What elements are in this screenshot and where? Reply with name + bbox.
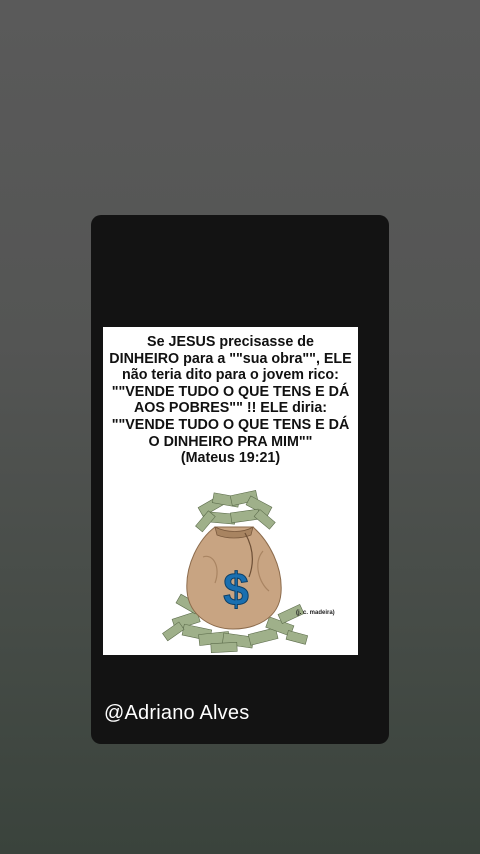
story-card[interactable]: Se JESUS precisasse de DINHEIRO para a "… — [91, 215, 389, 744]
quote-reference: (Mateus 19:21) — [180, 450, 281, 467]
quote-line: AOS POBRES"" !! ELE diria: — [133, 400, 328, 417]
quote-line: ""VENDE TUDO O QUE TENS E DÁ — [111, 416, 350, 433]
quote-line: O DINHEIRO PRA MIM"" — [148, 433, 313, 450]
quote-line: Se JESUS precisasse de — [147, 334, 314, 350]
post-image: Se JESUS precisasse de DINHEIRO para a "… — [103, 327, 358, 655]
quote-line: ""VENDE TUDO O QUE TENS E DÁ — [111, 383, 350, 400]
money-bag-illustration: $ (j. c. madeira) — [103, 487, 358, 655]
money-bag-dollar-icon: $ — [162, 490, 309, 653]
quote-text-panel: Se JESUS precisasse de DINHEIRO para a "… — [103, 327, 358, 487]
quote-line: DINHEIRO para a ""sua obra"", ELE — [109, 350, 352, 367]
username-label: @Adriano Alves — [104, 702, 250, 724]
quote-line: não teria dito para o jovem rico: — [122, 367, 339, 384]
quote-text: Se JESUS precisasse de DINHEIRO para a "… — [103, 334, 358, 467]
svg-text:$: $ — [223, 563, 249, 615]
image-credit: (j. c. madeira) — [296, 610, 335, 616]
